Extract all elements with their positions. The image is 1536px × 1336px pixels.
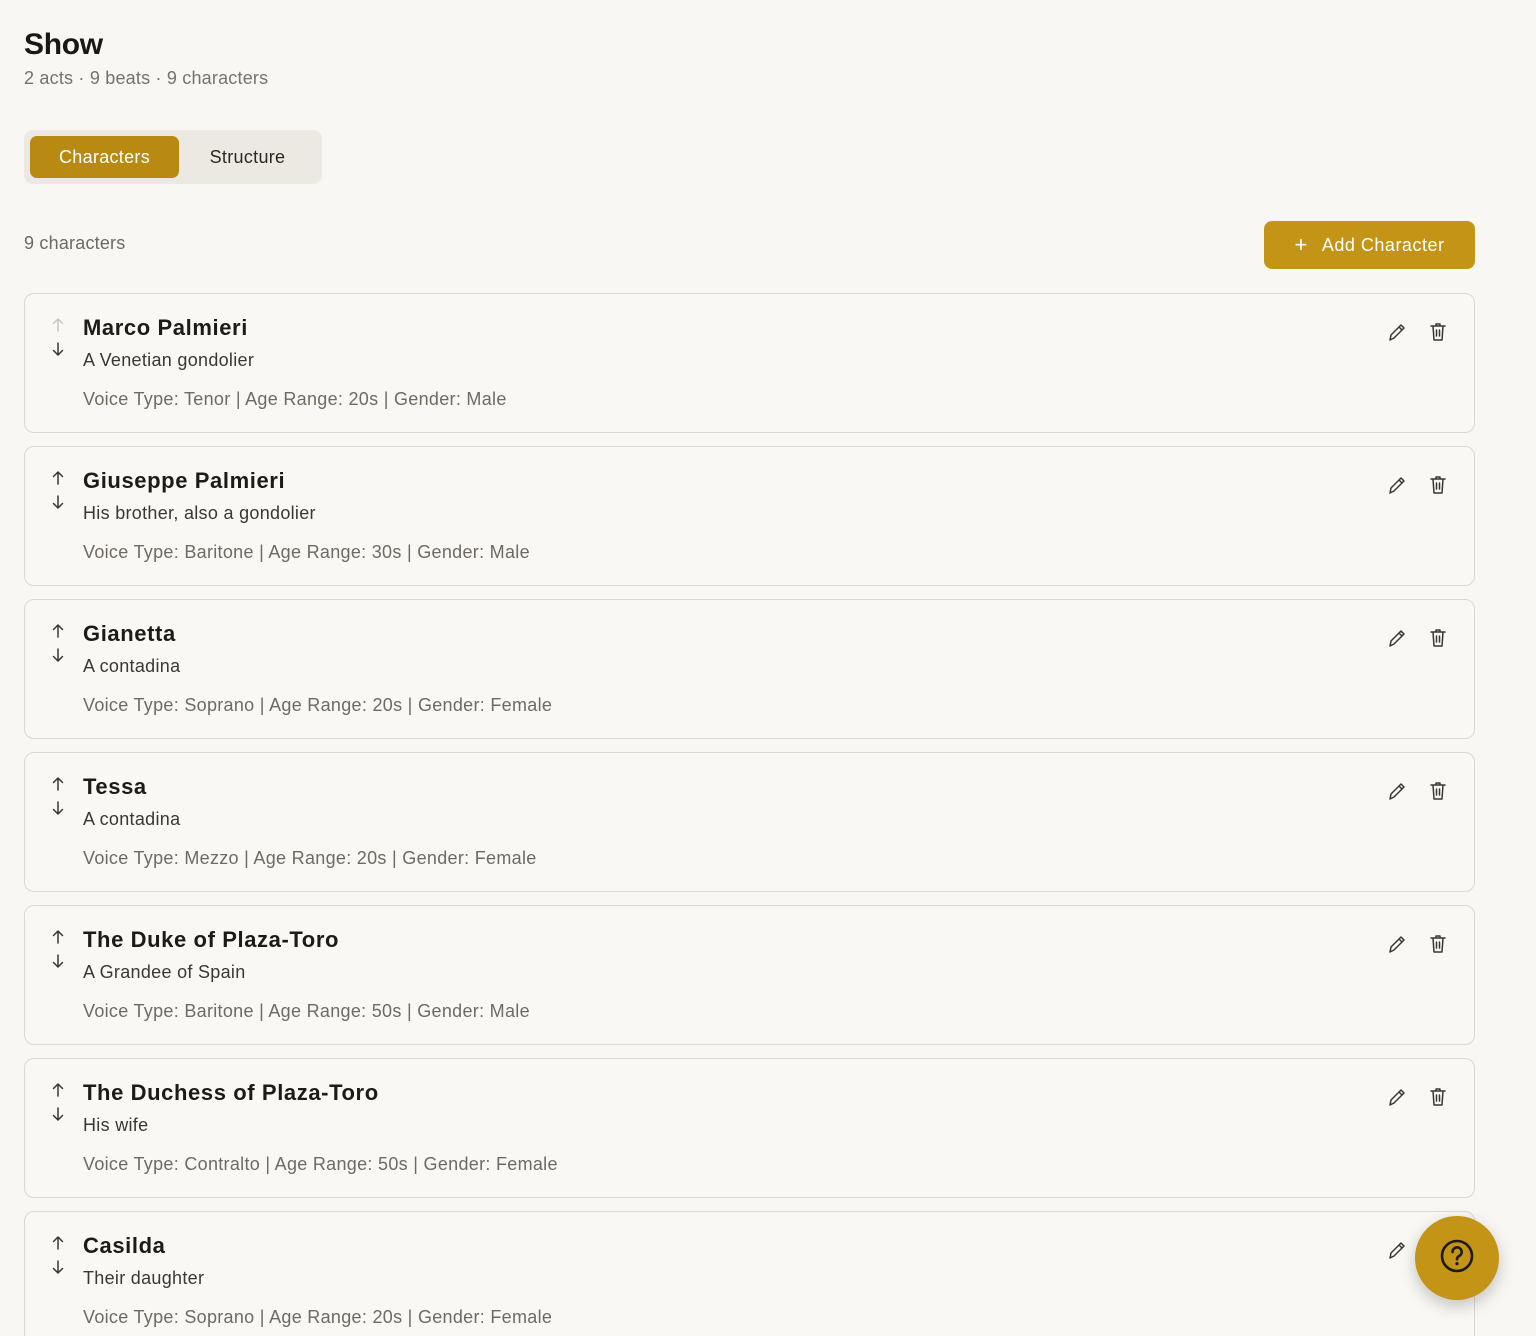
- character-meta: Voice Type: Mezzo | Age Range: 20s | Gen…: [83, 848, 537, 868]
- character-description: His wife: [83, 1115, 149, 1135]
- character-name: Casilda: [83, 1233, 166, 1258]
- card-actions: [1387, 1086, 1448, 1108]
- arrow-up-icon[interactable]: [49, 928, 67, 946]
- arrow-up-icon[interactable]: [49, 622, 67, 640]
- tab-bar: Characters Structure: [24, 130, 322, 184]
- character-name: Giuseppe Palmieri: [83, 468, 286, 493]
- reorder-controls: [49, 1234, 67, 1282]
- character-name: Gianetta: [83, 621, 176, 646]
- card-actions: [1387, 321, 1448, 343]
- character-description: His brother, also a gondolier: [83, 503, 316, 523]
- character-card: Giuseppe Palmieri His brother, also a gon…: [24, 446, 1475, 586]
- reorder-controls: [49, 928, 67, 976]
- help-button[interactable]: [1415, 1216, 1499, 1300]
- pencil-icon[interactable]: [1387, 627, 1407, 649]
- reorder-controls: [49, 316, 67, 364]
- page-subtitle: 2 acts · 9 beats · 9 characters: [24, 68, 269, 88]
- add-character-button[interactable]: + Add Character: [1264, 221, 1475, 269]
- character-card: Casilda Their daughter Voice Type: Soprano…: [24, 1211, 1475, 1336]
- card-actions: [1387, 933, 1448, 955]
- character-list: Marco Palmieri A Venetian gondolier Voice …: [24, 293, 1475, 1336]
- reorder-controls: [49, 622, 67, 670]
- arrow-down-icon[interactable]: [49, 493, 67, 511]
- character-description: Their daughter: [83, 1268, 205, 1288]
- reorder-controls: [49, 469, 67, 517]
- plus-icon: +: [1294, 232, 1308, 257]
- character-card: The Duchess of Plaza-Toro His wife Voice T…: [24, 1058, 1475, 1198]
- character-meta: Voice Type: Baritone | Age Range: 30s | …: [83, 542, 530, 562]
- character-description: A contadina: [83, 656, 181, 676]
- trash-icon[interactable]: [1428, 474, 1448, 496]
- pencil-icon[interactable]: [1387, 933, 1407, 955]
- arrow-down-icon[interactable]: [49, 1258, 67, 1276]
- character-name: Tessa: [83, 774, 147, 799]
- character-name: Marco Palmieri: [83, 315, 248, 340]
- character-description: A Venetian gondolier: [83, 350, 255, 370]
- question-circle-icon: [1439, 1238, 1475, 1279]
- arrow-down-icon[interactable]: [49, 646, 67, 664]
- arrow-down-icon[interactable]: [49, 340, 67, 358]
- arrow-up-icon[interactable]: [49, 775, 67, 793]
- trash-icon[interactable]: [1428, 1086, 1448, 1108]
- arrow-up-icon[interactable]: [49, 469, 67, 487]
- character-description: A Grandee of Spain: [83, 962, 246, 982]
- card-actions: [1387, 474, 1448, 496]
- reorder-controls: [49, 775, 67, 823]
- arrow-up-icon: [49, 316, 67, 334]
- character-card: Tessa A contadina Voice Type: Mezzo | Age …: [24, 752, 1475, 892]
- page-header: Show 2 acts · 9 beats · 9 characters: [24, 26, 268, 89]
- arrow-up-icon[interactable]: [49, 1081, 67, 1099]
- pencil-icon[interactable]: [1387, 1086, 1407, 1108]
- arrow-down-icon[interactable]: [49, 952, 67, 970]
- character-meta: Voice Type: Baritone | Age Range: 50s | …: [83, 1001, 530, 1021]
- pencil-icon[interactable]: [1387, 1239, 1407, 1261]
- card-actions: [1387, 780, 1448, 802]
- character-card: Marco Palmieri A Venetian gondolier Voice …: [24, 293, 1475, 433]
- pencil-icon[interactable]: [1387, 321, 1407, 343]
- character-description: A contadina: [83, 809, 181, 829]
- arrow-down-icon[interactable]: [49, 1105, 67, 1123]
- trash-icon[interactable]: [1428, 321, 1448, 343]
- character-name: The Duke of Plaza-Toro: [83, 927, 340, 952]
- trash-icon[interactable]: [1428, 780, 1448, 802]
- trash-icon[interactable]: [1428, 627, 1448, 649]
- trash-icon[interactable]: [1428, 933, 1448, 955]
- character-name: The Duchess of Plaza-Toro: [83, 1080, 379, 1105]
- character-meta: Voice Type: Contralto | Age Range: 50s |…: [83, 1154, 558, 1174]
- character-meta: Voice Type: Soprano | Age Range: 20s | G…: [83, 695, 553, 715]
- reorder-controls: [49, 1081, 67, 1129]
- tab-characters[interactable]: Characters: [30, 136, 179, 178]
- page-title: Show: [24, 28, 103, 61]
- character-meta: Voice Type: Soprano | Age Range: 20s | G…: [83, 1307, 553, 1327]
- page: Show 2 acts · 9 beats · 9 characters Cha…: [0, 0, 1536, 1336]
- character-meta: Voice Type: Tenor | Age Range: 20s | Gen…: [83, 389, 507, 409]
- card-actions: [1387, 627, 1448, 649]
- arrow-up-icon[interactable]: [49, 1234, 67, 1252]
- character-count: 9 characters: [24, 233, 126, 253]
- character-card: The Duke of Plaza-Toro A Grandee of Spain…: [24, 905, 1475, 1045]
- pencil-icon[interactable]: [1387, 780, 1407, 802]
- add-character-label: Add Character: [1321, 234, 1445, 255]
- character-card: Gianetta A contadina Voice Type: Soprano |…: [24, 599, 1475, 739]
- pencil-icon[interactable]: [1387, 474, 1407, 496]
- arrow-down-icon[interactable]: [49, 799, 67, 817]
- tab-structure[interactable]: Structure: [179, 136, 316, 178]
